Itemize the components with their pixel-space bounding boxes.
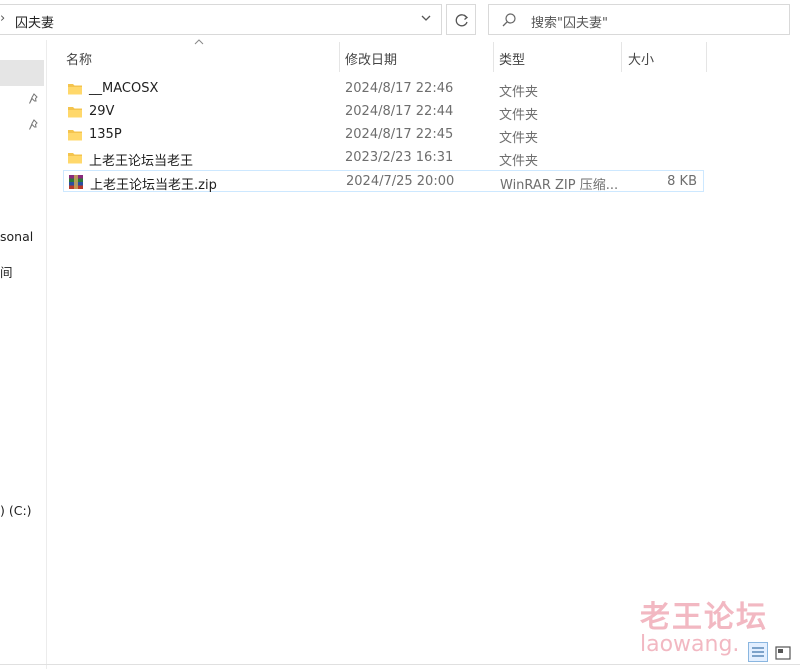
file-row[interactable]: __MACOSX 2024/8/17 22:46 文件夹 [63, 78, 704, 100]
search-input[interactable]: 搜索"囚夫妻" [488, 4, 790, 35]
file-type: WinRAR ZIP 压缩... [500, 178, 619, 193]
folder-icon [68, 107, 82, 118]
refresh-button[interactable] [446, 4, 476, 35]
file-date: 2024/8/17 22:45 [345, 127, 454, 142]
details-view-button[interactable] [748, 642, 768, 662]
large-icons-view-icon[interactable] [774, 644, 792, 662]
column-header-size[interactable]: 大小 [622, 42, 706, 72]
breadcrumb-current-folder[interactable]: 囚夫妻 [15, 12, 54, 31]
file-row[interactable]: 上老王论坛当老王 2023/2/23 16:31 文件夹 [63, 147, 704, 169]
search-icon [502, 13, 516, 27]
file-date: 2024/7/25 20:00 [346, 174, 455, 189]
file-date: 2023/2/23 16:31 [345, 150, 454, 165]
column-header-name[interactable]: 名称 [63, 42, 339, 72]
file-type: 文件夹 [499, 108, 539, 123]
file-name: 29V [89, 104, 115, 119]
nav-item-selected[interactable] [0, 60, 44, 86]
column-header-size-label: 大小 [628, 53, 655, 68]
column-header-name-label: 名称 [66, 53, 93, 68]
file-row-selected[interactable]: 上老王论坛当老王.zip 2024/7/25 20:00 WinRAR ZIP … [63, 170, 704, 193]
winrar-archive-icon [69, 175, 83, 189]
column-header-type[interactable]: 类型 [494, 42, 621, 72]
navigation-pane: sonal 间 ) (C:) [0, 40, 46, 669]
file-type: 文件夹 [499, 131, 539, 146]
watermark-logo: 老王论坛 [640, 600, 768, 635]
file-date: 2024/8/17 22:44 [345, 104, 454, 119]
search-placeholder: 搜索"囚夫妻" [531, 16, 608, 31]
column-header-type-label: 类型 [499, 53, 526, 68]
details-view-icon [752, 647, 764, 657]
refresh-icon [455, 14, 469, 27]
column-header-date-label: 修改日期 [345, 53, 398, 68]
status-bar-divider [0, 664, 800, 665]
folder-icon [68, 153, 82, 164]
pin-icon[interactable] [28, 119, 40, 131]
folder-icon [68, 84, 82, 95]
watermark-url: laowang. [640, 632, 740, 657]
file-type: 文件夹 [499, 154, 539, 169]
file-type: 文件夹 [499, 85, 539, 100]
folder-icon [68, 130, 82, 141]
file-date: 2024/8/17 22:46 [345, 81, 454, 96]
file-name: 上老王论坛当老王 [89, 154, 194, 169]
file-name: 135P [89, 127, 122, 142]
file-name: __MACOSX [89, 81, 159, 96]
file-name: 上老王论坛当老王.zip [90, 178, 217, 193]
pane-divider[interactable] [46, 40, 47, 669]
file-row[interactable]: 135P 2024/8/17 22:45 文件夹 [63, 124, 704, 146]
chevron-down-icon[interactable] [419, 11, 433, 25]
column-header-date[interactable]: 修改日期 [340, 42, 493, 72]
nav-item-partial[interactable]: 间 [0, 262, 13, 281]
column-separator[interactable] [706, 42, 707, 72]
file-size: 8 KB [667, 174, 697, 189]
breadcrumb-chevron-icon[interactable]: › [0, 11, 5, 26]
address-bar[interactable]: › 囚夫妻 [0, 4, 442, 35]
nav-item-local-disk-c[interactable]: ) (C:) [0, 503, 32, 518]
pin-icon[interactable] [28, 93, 40, 105]
file-row[interactable]: 29V 2024/8/17 22:44 文件夹 [63, 101, 704, 123]
nav-item-personal[interactable]: sonal [0, 229, 33, 244]
